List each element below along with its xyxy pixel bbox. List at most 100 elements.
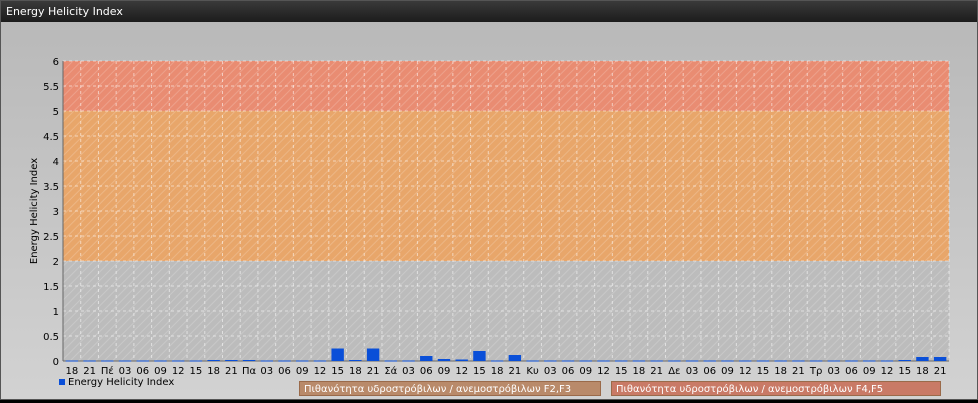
bar: [508, 355, 522, 361]
x-tick-label: Δε: [668, 366, 680, 377]
x-tick-label: 18: [633, 366, 646, 377]
x-tick-label: 03: [402, 366, 415, 377]
x-tick-label: 15: [615, 366, 628, 377]
bar: [561, 360, 575, 362]
y-tick-label: 5.5: [43, 82, 59, 93]
x-tick-label: 18: [916, 366, 929, 377]
x-tick-label: 03: [544, 366, 557, 377]
legend-f2f3: Πιθανότητα υδροστρόβιλων / ανεμοστρόβιλω…: [299, 381, 601, 396]
bar: [685, 360, 699, 362]
x-tick-label: 21: [792, 366, 805, 377]
bar: [809, 360, 823, 362]
legend-f4f5: Πιθανότητα υδροστρόβιλων / ανεμοστρόβιλω…: [611, 381, 941, 396]
x-tick-label: Κυ: [526, 366, 539, 377]
y-axis-ticks: 0 0.5 1 1.5 2 2.5 3 3.5 4 4.5 5 5.5 6: [43, 57, 59, 368]
x-tick-label: Πα: [242, 366, 257, 377]
x-tick-label: 12: [455, 366, 468, 377]
x-tick-label: 21: [225, 366, 238, 377]
y-tick-label: 0.5: [43, 332, 59, 343]
x-tick-label: 09: [863, 366, 876, 377]
bar: [668, 360, 681, 362]
bar: [792, 360, 805, 362]
bar: [544, 360, 557, 362]
bar: [118, 360, 132, 362]
bar: [880, 360, 894, 362]
bar: [313, 360, 327, 362]
bar: [597, 360, 610, 362]
x-tick-label: Σά: [384, 365, 397, 377]
bar: [349, 360, 362, 361]
bar: [898, 360, 911, 361]
x-tick-label: 09: [579, 366, 592, 377]
bar: [242, 360, 256, 361]
x-tick-label: 21: [508, 366, 521, 377]
x-tick-label: 09: [296, 366, 309, 377]
x-tick-label: 15: [898, 366, 911, 377]
x-tick-label: 18: [349, 366, 362, 377]
bar: [384, 360, 398, 362]
bar: [473, 351, 486, 361]
y-tick-label: 4.5: [43, 132, 59, 143]
bar: [703, 360, 716, 362]
legend-label-ehi: Energy Helicity Index: [68, 377, 175, 388]
bar: [863, 360, 876, 362]
x-tick-label: 12: [314, 366, 327, 377]
bar: [83, 360, 96, 362]
bar: [278, 360, 291, 362]
bar: [225, 360, 238, 361]
bar: [455, 359, 468, 361]
bar: [366, 348, 380, 361]
y-tick-label: 4: [53, 157, 59, 168]
bar: [490, 360, 504, 362]
x-tick-label: 21: [650, 366, 663, 377]
x-tick-label: 03: [260, 366, 273, 377]
y-tick-label: 2: [53, 257, 59, 268]
bar: [614, 360, 628, 362]
x-tick-label: 09: [721, 366, 734, 377]
bar: [260, 360, 273, 362]
x-tick-label: 12: [597, 366, 610, 377]
bar: [207, 360, 220, 361]
bar: [101, 360, 114, 362]
bar: [171, 360, 185, 362]
bar: [579, 360, 592, 362]
x-tick-label: 06: [278, 366, 291, 377]
chart-window: Energy Helicity Index 0 0.5 1 1.5 2 2.5 3 3.5 4 4…: [0, 0, 978, 400]
window-title: Energy Helicity Index: [1, 1, 977, 22]
x-tick-label: 18: [207, 366, 220, 377]
x-tick-label: 15: [331, 366, 344, 377]
y-tick-label: 2.5: [43, 232, 59, 243]
ehi-chart: 00.511.522.533.544.555.56 18 21 Πέ 03 06 09 12…: [29, 57, 950, 377]
x-tick-label: 18: [491, 366, 504, 377]
bar: [331, 348, 344, 361]
bar: [756, 360, 770, 362]
y-tick-label: 1: [53, 307, 59, 318]
bar: [136, 360, 149, 362]
legend-swatch-ehi: [59, 379, 65, 385]
bar: [774, 360, 787, 362]
chart-panel: 0 0.5 1 1.5 2 2.5 3 3.5 4 4.5 5 5.5 6 18 21 Πέ 03 06 09 12…: [1, 22, 977, 399]
x-tick-label: 12: [739, 366, 752, 377]
bar: [632, 360, 646, 362]
bar: [739, 360, 752, 362]
bar: [933, 357, 947, 361]
x-tick-label: 03: [827, 366, 840, 377]
bar: [420, 356, 433, 361]
y-axis-label: Energy Helicity Index: [29, 158, 40, 264]
x-tick-label: 15: [473, 366, 486, 377]
y-tick-label: 3.5: [43, 182, 59, 193]
x-tick-label: 21: [367, 366, 380, 377]
bar: [296, 360, 309, 362]
y-tick-label: 3: [53, 207, 59, 218]
y-tick-label: 5: [53, 107, 59, 118]
x-axis-ticks: 18 21 Πέ 03 06 09 12 15 18 21 Πα 03 06 09 12 15 18 21 Σά 03…: [65, 365, 946, 377]
x-tick-label: 06: [420, 366, 433, 377]
x-tick-label: 06: [703, 366, 716, 377]
y-tick-label: 0: [53, 357, 59, 368]
bar: [827, 360, 841, 362]
bar: [650, 360, 663, 362]
bar: [437, 359, 451, 361]
y-tick-label: 1.5: [43, 282, 59, 293]
legend-series: Energy Helicity Index: [59, 376, 174, 390]
bar: [154, 360, 167, 362]
